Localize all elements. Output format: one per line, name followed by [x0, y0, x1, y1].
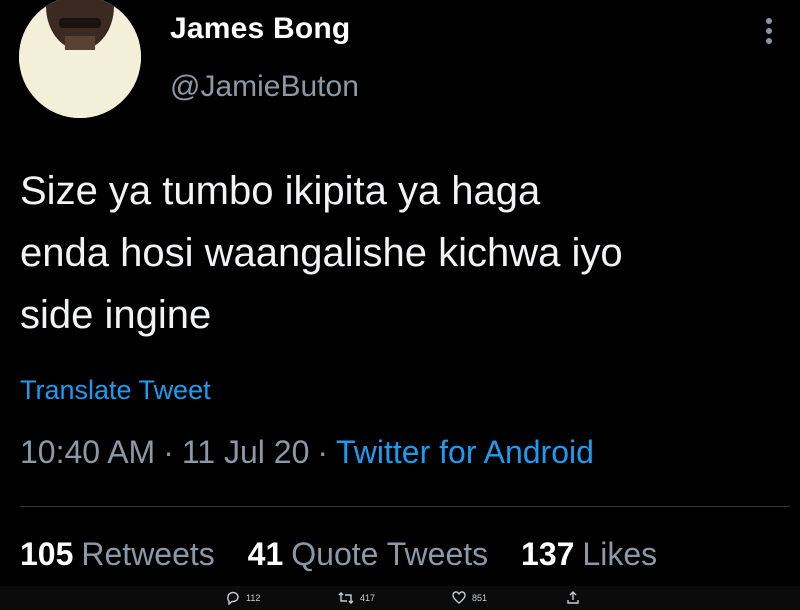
retweet-count: 417 — [360, 593, 376, 603]
avatar[interactable] — [19, 0, 141, 118]
reply-button[interactable]: 112 — [226, 591, 260, 605]
divider — [20, 506, 790, 507]
tweet-stats: 105 Retweets 41 Quote Tweets 137 Likes — [20, 536, 681, 573]
tweet-text-line: side ingine — [20, 293, 212, 337]
likes-label: Likes — [582, 536, 658, 572]
quote-tweets-label: Quote Tweets — [291, 536, 489, 572]
like-button[interactable]: 851 — [452, 591, 487, 605]
heart-icon — [452, 591, 466, 604]
tweet-time[interactable]: 10:40 AM — [20, 434, 155, 470]
retweets-label: Retweets — [81, 536, 215, 572]
avatar-image — [19, 0, 141, 118]
reply-icon — [227, 591, 239, 605]
translate-tweet-link[interactable]: Translate Tweet — [20, 375, 211, 406]
like-count: 851 — [472, 593, 488, 603]
likes-count: 137 — [521, 536, 575, 572]
share-icon — [567, 591, 579, 604]
retweets-stat[interactable]: 105 Retweets — [20, 536, 215, 572]
author-handle[interactable]: @JamieButon — [170, 70, 359, 104]
tweet-metadata: 10:40 AM · 11 Jul 20 · Twitter for Android — [20, 434, 594, 471]
quote-tweets-count: 41 — [247, 536, 284, 572]
likes-stat[interactable]: 137 Likes — [521, 536, 657, 572]
quote-tweets-stat[interactable]: 41 Quote Tweets — [248, 536, 488, 572]
retweet-button[interactable]: 417 — [338, 591, 375, 605]
retweet-icon — [338, 592, 354, 604]
tweet-source-link[interactable]: Twitter for Android — [336, 434, 594, 470]
author-display-name[interactable]: James Bong — [170, 12, 350, 46]
tweet-text-line: Size ya tumbo ikipita ya haga — [20, 169, 541, 213]
retweets-count: 105 — [20, 536, 74, 572]
reply-count: 112 — [246, 593, 261, 603]
more-vertical-icon[interactable] — [762, 16, 776, 48]
tweet-date[interactable]: 11 Jul 20 — [182, 434, 310, 470]
share-button[interactable] — [566, 591, 586, 605]
meta-separator: · — [317, 434, 329, 470]
tweet-text-line: enda hosi waangalishe kichwa iyo — [20, 231, 623, 275]
action-bar: 112 417 851 — [0, 586, 800, 610]
tweet-text: Size ya tumbo ikipita ya haga enda hosi … — [20, 160, 790, 346]
meta-separator: · — [163, 434, 174, 470]
